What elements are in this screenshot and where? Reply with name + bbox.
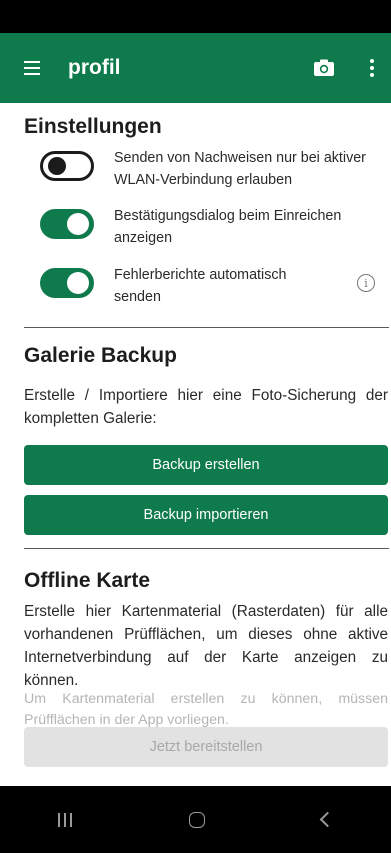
section-title-backup: Galerie Backup	[24, 344, 177, 367]
offline-description: Erstelle hier Kartenmaterial (Rasterdate…	[24, 603, 388, 689]
recent-apps-icon[interactable]	[58, 812, 73, 827]
system-nav-bar	[0, 786, 391, 853]
info-icon[interactable]: i	[357, 274, 375, 292]
setting-wifi-only: Senden von Nachweisen nur bei aktiver WL…	[40, 147, 385, 191]
setting-label: Bestätigungsdialog beim Einreichen anzei…	[114, 208, 342, 246]
toggle-confirm-dialog[interactable]	[40, 209, 94, 239]
setting-confirm-dialog: Bestätigungsdialog beim Einreichen anzei…	[40, 205, 385, 249]
hamburger-menu-icon[interactable]	[24, 61, 54, 75]
divider	[24, 327, 389, 328]
app-bar: profil	[0, 33, 391, 103]
backup-description: Erstelle / Importiere hier eine Foto-Sic…	[24, 387, 388, 427]
section-title-settings: Einstellungen	[24, 115, 162, 138]
setting-label: Senden von Nachweisen nur bei aktiver WL…	[114, 150, 366, 188]
provide-now-button[interactable]: Jetzt bereitstellen	[24, 727, 388, 767]
settings-content: Einstellungen Senden von Nachweisen nur …	[0, 103, 391, 786]
status-bar	[0, 0, 391, 33]
toggle-wifi-only[interactable]	[40, 151, 94, 181]
section-title-offline-map: Offline Karte	[24, 569, 151, 592]
more-vert-icon[interactable]	[369, 59, 375, 77]
divider	[24, 548, 389, 549]
setting-error-reports: Fehlerberichte automatisch senden i	[40, 264, 385, 308]
setting-label: Fehlerberichte automatisch senden	[114, 267, 287, 305]
offline-hint: Um Kartenmaterial erstellen zu können, m…	[24, 691, 388, 728]
back-icon[interactable]	[319, 811, 335, 828]
backup-import-button[interactable]: Backup importieren	[24, 495, 388, 535]
page-title: profil	[68, 56, 121, 79]
camera-icon[interactable]	[313, 59, 335, 77]
home-icon[interactable]	[188, 811, 205, 828]
toggle-error-reports[interactable]	[40, 268, 94, 298]
backup-create-button[interactable]: Backup erstellen	[24, 445, 388, 485]
